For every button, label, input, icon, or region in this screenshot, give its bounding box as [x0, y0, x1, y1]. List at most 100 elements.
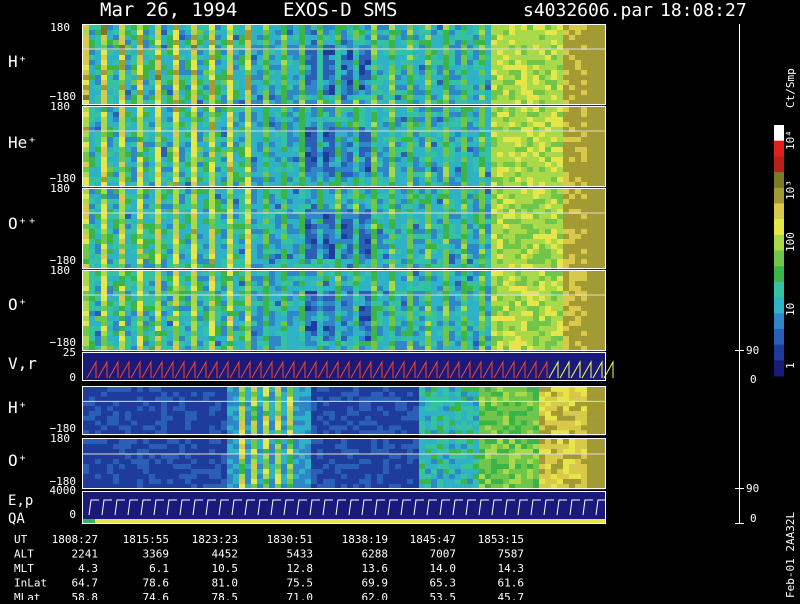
heat-cell [185, 189, 191, 194]
heat-cell [281, 214, 287, 219]
heat-cell [533, 75, 539, 80]
heat-cell [179, 209, 185, 214]
heat-cell [119, 306, 125, 311]
heat-cell [185, 40, 191, 45]
heat-cell [521, 142, 527, 147]
heat-cell [533, 122, 539, 127]
heat-cell [575, 75, 581, 80]
heat-cell [425, 117, 431, 122]
heat-cell [305, 199, 311, 204]
heat-cell [329, 162, 335, 167]
heat-cell [485, 45, 491, 50]
heat-cell [173, 326, 179, 331]
heat-cell [503, 167, 509, 172]
heat-cell [527, 117, 533, 122]
heat-cell [167, 137, 173, 142]
heat-cell [263, 40, 269, 45]
heat-cell [299, 152, 305, 157]
heat-cell [569, 229, 575, 234]
heat-cell [107, 331, 113, 336]
heat-cell [521, 249, 527, 254]
heat-cell [203, 137, 209, 142]
heat-cell [599, 117, 605, 122]
heat-cell [569, 137, 575, 142]
heat-cell [125, 65, 131, 70]
heat-cell [557, 219, 563, 224]
heat-cell [107, 40, 113, 45]
heat-cell [131, 321, 137, 326]
heat-cell [293, 239, 299, 244]
heat-cell [281, 219, 287, 224]
heat-cell [119, 142, 125, 147]
heat-cell [179, 224, 185, 229]
heat-cell [437, 127, 443, 132]
heat-cell [251, 321, 257, 326]
heat-cell [503, 80, 509, 85]
heat-cell [95, 259, 101, 264]
heat-cell [179, 204, 185, 209]
heat-cell [101, 55, 107, 60]
heat-cell [395, 137, 401, 142]
heat-cell [389, 229, 395, 234]
heat-cell [119, 276, 125, 281]
heat-cell [191, 90, 197, 95]
heat-cell [245, 194, 251, 199]
heat-cell [305, 286, 311, 291]
heat-cell [131, 95, 137, 100]
heat-cell [587, 90, 593, 95]
heat-cell [521, 117, 527, 122]
heat-cell [377, 122, 383, 127]
heat-cell [419, 224, 425, 229]
heat-cell [233, 321, 239, 326]
heat-cell [89, 199, 95, 204]
heat-cell [149, 172, 155, 177]
heat-cell [497, 112, 503, 117]
heat-cell [587, 70, 593, 75]
heat-cell [95, 75, 101, 80]
heat-cell [341, 291, 347, 296]
heat-cell [491, 239, 497, 244]
heat-cell [377, 271, 383, 276]
heat-cell [401, 249, 407, 254]
heat-cell [179, 331, 185, 336]
heat-cell [419, 189, 425, 194]
heat-cell [539, 45, 545, 50]
heat-cell [101, 296, 107, 301]
heat-cell [371, 60, 377, 65]
heat-cell [317, 331, 323, 336]
heat-cell [485, 199, 491, 204]
heat-cell [179, 55, 185, 60]
heat-cell [539, 90, 545, 95]
heat-cell [503, 244, 509, 249]
heat-cell [467, 50, 473, 55]
heat-cell [239, 137, 245, 142]
heat-cell [563, 50, 569, 55]
heat-cell [431, 50, 437, 55]
heat-cell [167, 132, 173, 137]
heat-cell [293, 271, 299, 276]
heat-cell [101, 331, 107, 336]
heat-cell [287, 122, 293, 127]
heat-cell [341, 177, 347, 182]
heat-cell [203, 291, 209, 296]
heat-cell [575, 80, 581, 85]
heat-cell [209, 80, 215, 85]
heat-cell [377, 152, 383, 157]
heat-cell [143, 276, 149, 281]
heat-cell [359, 162, 365, 167]
heat-cell [101, 259, 107, 264]
heat-cell [485, 147, 491, 152]
heat-cell [341, 60, 347, 65]
heat-cell [305, 209, 311, 214]
heat-cell [377, 291, 383, 296]
heat-cell [311, 224, 317, 229]
heat-cell [371, 259, 377, 264]
heat-cell [203, 157, 209, 162]
heat-cell [203, 172, 209, 177]
heat-cell [329, 286, 335, 291]
heat-cell [413, 162, 419, 167]
heat-cell [419, 162, 425, 167]
heat-cell [317, 107, 323, 112]
heat-cell [269, 50, 275, 55]
heat-cell [209, 199, 215, 204]
